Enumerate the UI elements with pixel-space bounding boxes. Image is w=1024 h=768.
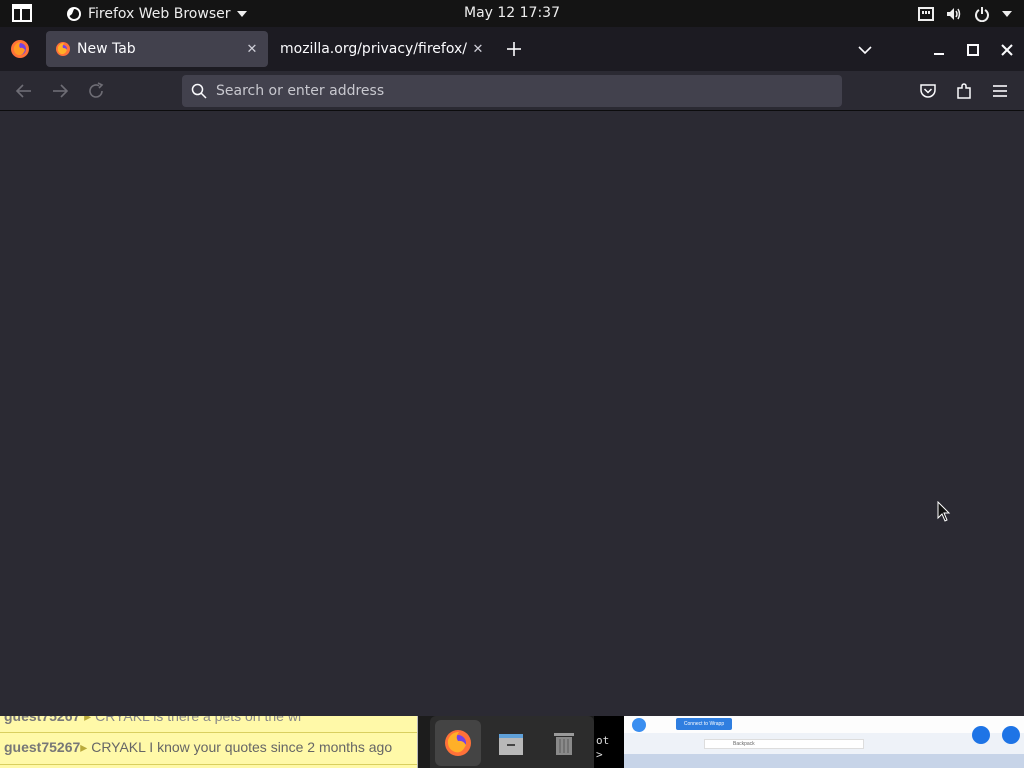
chat-window-peek: guest75267 ▸ CRYAKL is there a pets on t… — [0, 716, 418, 768]
page-content[interactable] — [0, 111, 1024, 716]
file-manager-icon — [499, 734, 523, 755]
firefox-favicon-icon — [56, 42, 70, 56]
vm-connect-button: Connect to Wrapp — [676, 718, 732, 730]
firefox-dock-icon — [445, 730, 471, 756]
tab-privacy[interactable]: mozilla.org/privacy/firefox/ ✕ — [270, 31, 494, 67]
tab-title: New Tab — [77, 41, 136, 57]
trash-icon — [554, 733, 574, 755]
windows-vm-peek: Connect to Wrapp Backpack — [624, 716, 1024, 768]
clock[interactable]: May 12 17:37 — [464, 5, 560, 21]
tray-caret-down-icon — [1002, 10, 1012, 17]
list-all-tabs-chevron-icon[interactable] — [854, 39, 876, 61]
minimize-icon[interactable] — [928, 39, 950, 61]
vm-field: Backpack — [704, 739, 864, 749]
tab-strip: New Tab ✕ mozilla.org/privacy/firefox/ ✕ — [0, 27, 1024, 71]
url-bar[interactable] — [182, 75, 842, 107]
terminal-window-peek: ot > — [594, 716, 624, 768]
dock-firefox[interactable] — [435, 720, 481, 766]
forward-arrow-icon[interactable] — [49, 80, 71, 102]
search-icon — [191, 83, 207, 99]
tab-new-tab[interactable]: New Tab ✕ — [46, 31, 268, 67]
dock-files[interactable] — [488, 720, 534, 766]
close-window-icon[interactable] — [996, 39, 1018, 61]
firefox-app-icon — [67, 6, 81, 21]
chat-line: guest75267▸ CRYAKL I know your quotes si… — [4, 739, 393, 755]
volume-icon — [947, 7, 961, 20]
desktop-screen: Firefox Web Browser May 12 17:37 New Tab… — [0, 0, 1024, 768]
vm-app-icon — [632, 718, 646, 732]
vm-circle-icon — [1002, 726, 1020, 744]
chat-divider — [0, 732, 417, 733]
back-arrow-icon[interactable] — [13, 80, 35, 102]
firefox-view-icon[interactable] — [10, 39, 30, 59]
tab-title: mozilla.org/privacy/firefox/ — [280, 41, 467, 57]
chat-divider — [0, 764, 417, 765]
app-menu-label: Firefox Web Browser — [88, 5, 231, 22]
dock-trash[interactable] — [541, 720, 587, 766]
navigation-toolbar — [0, 71, 1024, 111]
activities-icon[interactable] — [12, 4, 32, 22]
hamburger-menu-icon[interactable] — [989, 80, 1011, 102]
vm-circle-icon — [972, 726, 990, 744]
tab-close-icon[interactable]: ✕ — [242, 39, 262, 59]
extensions-puzzle-icon[interactable] — [953, 80, 975, 102]
maximize-icon[interactable] — [962, 39, 984, 61]
tab-close-icon[interactable]: ✕ — [468, 39, 488, 59]
mouse-cursor-icon — [937, 501, 951, 522]
pocket-icon[interactable] — [917, 80, 939, 102]
system-tray[interactable] — [918, 0, 1012, 27]
terminal-text: ot > — [596, 734, 610, 761]
url-input[interactable] — [216, 76, 842, 106]
network-wired-icon — [918, 6, 934, 21]
reload-icon[interactable] — [85, 80, 107, 102]
new-tab-plus-icon[interactable] — [502, 37, 526, 61]
desktop-bottom-strip: guest75267 ▸ CRYAKL is there a pets on t… — [0, 716, 1024, 768]
chat-line: guest75267 ▸ CRYAKL is there a pets on t… — [4, 716, 302, 724]
system-top-bar: Firefox Web Browser May 12 17:37 — [0, 0, 1024, 27]
caret-down-icon — [236, 10, 247, 17]
app-menu[interactable]: Firefox Web Browser — [66, 0, 247, 27]
power-icon — [975, 6, 989, 22]
vm-taskbar — [624, 754, 1024, 768]
dock — [430, 716, 594, 768]
